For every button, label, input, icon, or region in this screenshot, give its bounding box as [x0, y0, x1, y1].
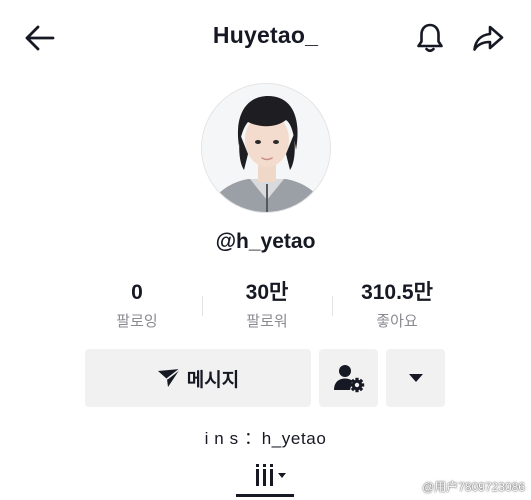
stat-likes-count: 310.5만	[361, 281, 433, 304]
send-icon	[157, 368, 181, 387]
bell-icon	[417, 23, 443, 53]
profile-bio: i n s ：h_yetao	[204, 429, 327, 448]
more-options-dropdown-button[interactable]	[386, 349, 445, 407]
user-gear-icon	[333, 365, 364, 393]
username-handle: @h_yetao	[215, 230, 316, 253]
notification-bell-button[interactable]	[410, 18, 450, 58]
active-tab-indicator	[236, 494, 294, 497]
tab-videos[interactable]	[245, 459, 295, 491]
share-icon	[473, 25, 504, 51]
watermark-text: @用户7809723086	[422, 480, 525, 494]
profile-stats: 0 팔로잉 30만 팔로워 310.5만 좋아요	[72, 280, 462, 336]
message-button-label: 메시지	[186, 369, 240, 391]
grid-bars-icon	[256, 464, 286, 486]
stat-likes-label: 좋아요	[376, 313, 418, 330]
stat-followers-count: 30만	[245, 281, 289, 304]
avatar[interactable]	[201, 83, 331, 213]
message-button[interactable]: 메시지	[85, 349, 311, 407]
page-title: Huyetao_	[212, 22, 319, 48]
share-button[interactable]	[468, 18, 508, 58]
stat-following[interactable]: 0 팔로잉	[72, 280, 202, 336]
follow-settings-button[interactable]	[319, 349, 378, 407]
stat-followers-label: 팔로워	[246, 313, 288, 330]
stat-following-count: 0	[131, 281, 143, 304]
stat-likes[interactable]: 310.5만 좋아요	[332, 280, 462, 336]
watermark: @用户7809723086	[422, 478, 525, 495]
avatar-photo	[202, 84, 330, 212]
stat-following-label: 팔로잉	[116, 313, 158, 330]
profile-header: Huyetao_	[0, 0, 531, 76]
caret-down-icon	[408, 374, 423, 382]
stat-followers[interactable]: 30만 팔로워	[202, 280, 332, 336]
